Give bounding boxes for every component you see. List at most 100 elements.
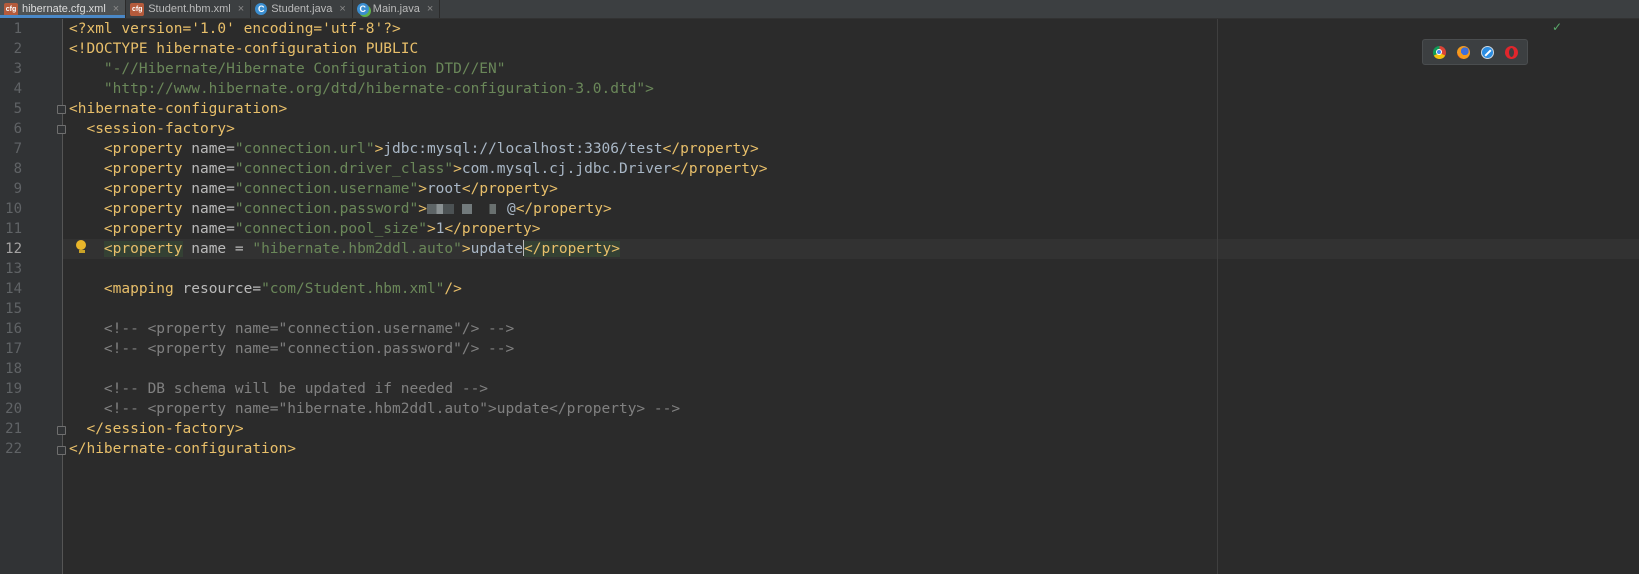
line-number: 5 [13, 101, 22, 117]
line-number: 18 [5, 361, 22, 377]
tag-open: <property [103, 161, 183, 177]
xml-comment: <!-- <property name="connection.password… [103, 341, 515, 357]
xml-comment: <!-- <property name="hibernate.hbm2ddl.a… [103, 401, 681, 417]
code-line: <property name="connection.url">jdbc:mys… [103, 141, 759, 157]
code-line: <mapping resource="com/Student.hbm.xml"/… [103, 281, 462, 297]
code-line: <property name="connection.username">roo… [103, 181, 558, 197]
tag-open-highlighted: <property [103, 241, 183, 257]
doctype: <!DOCTYPE hibernate-configuration PUBLIC [69, 41, 419, 57]
editor-tab-bar: cfg hibernate.cfg.xml × cfg Student.hbm.… [0, 0, 1639, 19]
code-line: <hibernate-configuration> [69, 99, 767, 119]
code-line: <property name="connection.pool_size">1<… [103, 221, 541, 237]
tab-main-java[interactable]: C Main.java × [353, 0, 441, 18]
code-line: <property name="connection.password"> @</… [103, 201, 612, 217]
line-number: 9 [13, 181, 22, 197]
code-line: <!-- <property name="connection.password… [69, 339, 767, 359]
line-number: 11 [5, 221, 22, 237]
tag-close: </property> [515, 201, 612, 217]
property-value: jdbc:mysql://localhost:3306/test [383, 141, 663, 157]
inspection-ok-icon[interactable]: ✓ [1552, 20, 1562, 34]
attr-value: "connection.password" [234, 201, 419, 217]
line-number: 14 [5, 281, 22, 297]
attr-value: "connection.url" [234, 141, 375, 157]
attr-name: name [191, 201, 227, 217]
fold-toggle-icon[interactable] [57, 105, 66, 114]
attr-name: resource [182, 281, 253, 297]
code-line: "http://www.hibernate.org/dtd/hibernate-… [69, 79, 767, 99]
xml-file-icon: cfg [4, 2, 18, 16]
fold-toggle-icon[interactable] [57, 446, 66, 455]
tag-close: </property> [671, 161, 768, 177]
line-number: 17 [5, 341, 22, 357]
line-number: 2 [13, 41, 22, 57]
line-number-gutter[interactable]: 1 2 3 4 5 6 7 8 9 10 11 12 13 14 15 16 1… [0, 19, 63, 574]
property-value: update [470, 241, 523, 257]
opera-icon[interactable] [1504, 45, 1518, 59]
tag-open: <hibernate-configuration> [69, 101, 288, 117]
line-number: 7 [13, 141, 22, 157]
tab-label: Main.java [372, 3, 420, 15]
tag-self-close: /> [444, 281, 462, 297]
java-class-icon: C [255, 3, 268, 15]
line-number: 10 [5, 201, 22, 217]
line-number: 6 [13, 121, 22, 137]
code-content[interactable]: <?xml version='1.0' encoding='utf-8'?> <… [69, 19, 767, 459]
chrome-icon[interactable] [1432, 45, 1446, 59]
tag-close: </property> [662, 141, 759, 157]
xml-declaration: <?xml version='1.0' encoding='utf-8'?> [69, 21, 401, 37]
attr-name: name [191, 181, 227, 197]
line-number: 15 [5, 301, 22, 317]
line-number: 19 [5, 381, 22, 397]
tag-close: </property> [461, 181, 558, 197]
xml-file-icon: cfg [130, 2, 145, 16]
code-line-current: <property name = "hibernate.hbm2ddl.auto… [103, 240, 621, 257]
attr-name: name = [191, 241, 253, 257]
line-number: 3 [13, 61, 22, 77]
attr-name: name [191, 141, 227, 157]
tab-student-java[interactable]: C Student.java × [251, 0, 353, 18]
tab-student-hbm-xml[interactable]: cfg Student.hbm.xml × [126, 0, 252, 18]
line-number: 8 [13, 161, 22, 177]
tab-hibernate-cfg-xml[interactable]: cfg hibernate.cfg.xml × [0, 0, 127, 18]
xml-comment: <!-- <property name="connection.username… [103, 321, 515, 337]
fold-toggle-icon[interactable] [57, 125, 66, 134]
tag-open: <property [103, 141, 183, 157]
tab-label: hibernate.cfg.xml [22, 3, 106, 15]
doctype-public-id: "-//Hibernate/Hibernate Configuration DT… [103, 61, 506, 77]
close-icon[interactable]: × [427, 3, 433, 15]
code-line: </session-factory> [69, 419, 767, 439]
attr-name: name [191, 221, 227, 237]
tab-label: Student.hbm.xml [148, 3, 231, 15]
code-line: <!-- <property name="hibernate.hbm2ddl.a… [69, 399, 767, 419]
right-margin-guide [1217, 19, 1218, 574]
code-line: <!DOCTYPE hibernate-configuration PUBLIC [69, 39, 767, 59]
attr-value: "hibernate.hbm2ddl.auto" [252, 241, 462, 257]
doctype-system-id: "http://www.hibernate.org/dtd/hibernate-… [103, 81, 654, 97]
firefox-icon[interactable] [1456, 45, 1470, 59]
line-number: 13 [5, 261, 22, 277]
code-line: <?xml version='1.0' encoding='utf-8'?> [69, 19, 767, 39]
attr-value: "connection.username" [234, 181, 419, 197]
attr-value: "connection.pool_size" [234, 221, 427, 237]
xml-comment: <!-- DB schema will be updated if needed… [103, 381, 489, 397]
tag-close: </hibernate-configuration> [69, 441, 296, 457]
open-in-browser-popup [1422, 39, 1528, 65]
close-icon[interactable]: × [339, 3, 345, 15]
tag-open: <property [103, 221, 183, 237]
tag-open: <session-factory> [86, 121, 235, 137]
tag-open: <property [103, 201, 183, 217]
property-value: root [426, 181, 462, 197]
safari-icon[interactable] [1480, 45, 1494, 59]
tag-close-highlighted: </property> [523, 241, 621, 257]
attr-value: "connection.driver_class" [234, 161, 454, 177]
close-icon[interactable]: × [238, 3, 244, 15]
property-value: @ [506, 201, 516, 217]
line-number: 4 [13, 81, 22, 97]
code-line: <!-- DB schema will be updated if needed… [69, 379, 767, 399]
fold-toggle-icon[interactable] [57, 426, 66, 435]
close-icon[interactable]: × [113, 3, 119, 15]
tab-label: Student.java [271, 3, 333, 15]
